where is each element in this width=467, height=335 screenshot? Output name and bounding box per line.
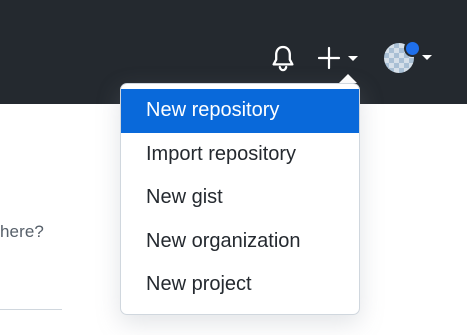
partial-page-text: here? xyxy=(0,222,44,241)
menu-item-import-repository[interactable]: Import repository xyxy=(121,133,359,177)
caret-down-icon xyxy=(422,55,432,60)
create-new-dropdown: New repository Import repository New gis… xyxy=(120,83,360,315)
menu-item-new-repository[interactable]: New repository xyxy=(121,89,359,133)
divider xyxy=(0,309,62,310)
create-new-button[interactable] xyxy=(317,45,364,71)
menu-item-new-project[interactable]: New project xyxy=(121,263,359,307)
plus-icon xyxy=(317,46,341,70)
menu-item-new-gist[interactable]: New gist xyxy=(121,176,359,220)
caret-down-icon xyxy=(348,56,358,61)
user-menu-button[interactable] xyxy=(382,40,434,76)
menu-item-new-organization[interactable]: New organization xyxy=(121,220,359,264)
status-indicator xyxy=(404,40,421,57)
dropdown-pointer xyxy=(339,74,357,83)
bell-icon[interactable] xyxy=(270,44,296,72)
menu-list: New repository Import repository New gis… xyxy=(121,89,359,307)
